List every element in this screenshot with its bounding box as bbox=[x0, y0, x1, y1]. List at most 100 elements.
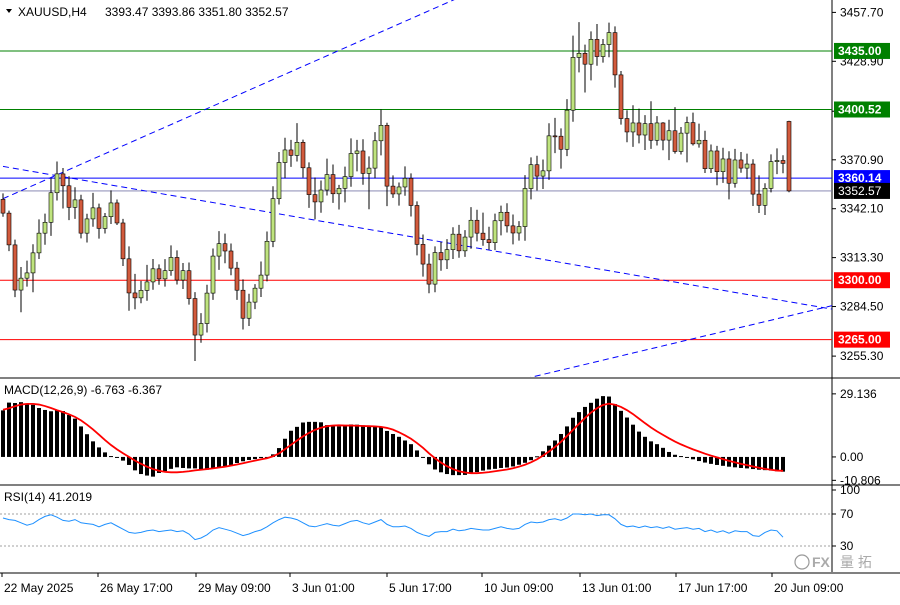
candle-body bbox=[330, 174, 336, 195]
candle-body bbox=[564, 109, 570, 150]
macd-bar bbox=[439, 456, 443, 473]
macd-bar bbox=[349, 424, 353, 457]
candle-body bbox=[282, 149, 288, 163]
time-tick-label: 10 Jun 09:00 bbox=[484, 581, 554, 595]
time-tick-label: 13 Jun 01:00 bbox=[582, 581, 652, 595]
candle-body bbox=[60, 173, 66, 187]
candle-body bbox=[780, 160, 786, 164]
candle-body bbox=[582, 53, 588, 65]
candle-body bbox=[102, 216, 108, 229]
macd-bar bbox=[187, 456, 191, 469]
candle-body bbox=[642, 123, 648, 136]
macd-bar bbox=[631, 424, 635, 457]
macd-bar bbox=[673, 454, 677, 457]
candle-body bbox=[348, 153, 354, 177]
candle-body bbox=[390, 185, 396, 195]
candle-body bbox=[234, 267, 240, 291]
candle-body bbox=[336, 188, 342, 195]
macd-bar bbox=[163, 456, 167, 472]
candle-body bbox=[198, 323, 204, 336]
candle-body bbox=[468, 219, 474, 238]
macd-bar bbox=[649, 441, 653, 457]
macd-bar bbox=[49, 411, 53, 457]
time-tick-label: 3 Jun 01:00 bbox=[292, 581, 355, 595]
macd-bar bbox=[385, 430, 389, 457]
watermark-text-cjk: 量 拓 bbox=[840, 554, 872, 570]
candle-body bbox=[612, 32, 618, 76]
candle-body bbox=[210, 255, 216, 294]
macd-bar bbox=[427, 456, 431, 465]
rsi-header: RSI(14) 41.2019 bbox=[4, 490, 92, 504]
candle-body bbox=[174, 257, 180, 281]
candle-body bbox=[438, 252, 444, 261]
candle-body bbox=[774, 160, 780, 162]
candle-body bbox=[90, 207, 96, 220]
macd-bar bbox=[229, 456, 233, 465]
candle-body bbox=[54, 173, 60, 194]
candle-body bbox=[402, 178, 408, 188]
candle-body bbox=[408, 178, 414, 206]
macd-bar bbox=[685, 456, 689, 458]
level-tag-label-3: 3300.00 bbox=[838, 273, 882, 287]
macd-bar bbox=[535, 456, 539, 458]
candle-body bbox=[678, 132, 684, 152]
candle-body bbox=[534, 164, 540, 177]
candle-body bbox=[12, 244, 18, 291]
macd-bar bbox=[499, 456, 503, 468]
candle-body bbox=[690, 122, 696, 145]
candle-body bbox=[96, 207, 102, 229]
macd-bar bbox=[613, 404, 617, 457]
macd-bar bbox=[307, 421, 311, 457]
macd-bar bbox=[517, 456, 521, 465]
macd-bar bbox=[115, 456, 119, 458]
macd-bar bbox=[643, 436, 647, 457]
macd-bar bbox=[205, 456, 209, 470]
candle-body bbox=[228, 250, 234, 269]
candle-body bbox=[474, 219, 480, 234]
macd-bar bbox=[583, 406, 587, 457]
rsi-tick-label: 100 bbox=[840, 483, 860, 497]
macd-bar bbox=[43, 409, 47, 457]
candle-body bbox=[342, 176, 348, 189]
macd-bar bbox=[169, 456, 173, 469]
candle-body bbox=[636, 122, 642, 136]
candle-body bbox=[294, 142, 300, 156]
price-tick-label: 3313.30 bbox=[840, 251, 884, 265]
macd-bar bbox=[781, 456, 785, 472]
candle-body bbox=[522, 188, 528, 227]
macd-bar bbox=[703, 456, 707, 463]
candle-body bbox=[204, 292, 210, 324]
macd-bar bbox=[1, 410, 5, 457]
candle-body bbox=[354, 150, 360, 154]
candle-body bbox=[78, 199, 84, 234]
candle-body bbox=[240, 289, 246, 319]
macd-bar bbox=[175, 456, 179, 468]
candle-body bbox=[72, 199, 78, 208]
candle-body bbox=[360, 150, 366, 174]
time-tick-label: 5 Jun 17:00 bbox=[389, 581, 452, 595]
candle-body bbox=[684, 122, 690, 134]
candle-body bbox=[588, 39, 594, 65]
candle-body bbox=[318, 189, 324, 203]
macd-bar bbox=[211, 456, 215, 469]
macd-bar bbox=[199, 456, 203, 470]
candle-body bbox=[384, 125, 390, 187]
candle-body bbox=[594, 39, 600, 57]
candle-body bbox=[600, 44, 606, 57]
macd-bar bbox=[19, 402, 23, 457]
candle-body bbox=[30, 252, 36, 274]
candle-body bbox=[630, 122, 636, 133]
level-tag-label-0: 3435.00 bbox=[838, 44, 882, 58]
candle-body bbox=[750, 163, 756, 195]
macd-bar bbox=[79, 426, 83, 457]
macd-bar bbox=[697, 456, 701, 462]
candle-body bbox=[162, 270, 168, 280]
macd-bar bbox=[217, 456, 221, 468]
macd-bar bbox=[31, 404, 35, 457]
macd-bar bbox=[61, 411, 65, 457]
price-tick-label: 3284.50 bbox=[840, 300, 884, 314]
macd-bar bbox=[511, 456, 515, 467]
candle-body bbox=[672, 130, 678, 152]
candle-body bbox=[180, 270, 186, 281]
candle-body bbox=[306, 167, 312, 195]
